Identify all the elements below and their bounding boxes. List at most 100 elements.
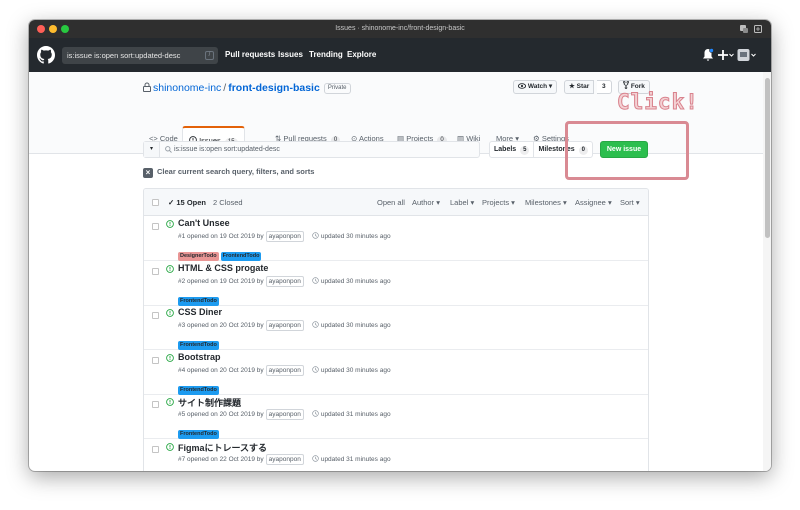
issue-opened-text: #3 opened on 20 Oct 2019 by [178, 322, 264, 329]
milestones-filter-label: Milestones [525, 198, 561, 207]
label-filter[interactable]: Label ▾ [450, 189, 474, 216]
issue-row[interactable]: Can't Unsee #1 opened on 19 Oct 2019 by ay… [144, 216, 648, 261]
issue-row[interactable]: CSS Diner #3 opened on 20 Oct 2019 by ayap… [144, 305, 648, 351]
issue-row[interactable]: Figmaにトレースする #7 opened on 22 Oct 2019 by a… [144, 439, 648, 472]
nav-trending[interactable]: Trending [309, 38, 343, 72]
maximize-window-button[interactable] [61, 25, 69, 33]
github-logo-icon[interactable] [37, 46, 55, 64]
filters-dropdown-button[interactable]: ▾ [144, 142, 160, 157]
open-count-label: 15 Open [176, 198, 206, 207]
issue-author-link[interactable]: ayaponpon [265, 320, 304, 331]
user-avatar-menu-icon[interactable] [737, 48, 757, 62]
closed-issues-filter[interactable]: 2 Closed [213, 189, 243, 216]
projects-filter-label: Projects [482, 198, 510, 207]
issue-author-link[interactable]: ayaponpon [265, 453, 304, 465]
issue-opened-icon [166, 220, 174, 228]
select-all-checkbox[interactable] [152, 199, 159, 206]
translate-icon[interactable] [739, 24, 749, 34]
author-filter-label: Author [412, 198, 435, 207]
star-label: Star [576, 83, 590, 90]
sort-filter[interactable]: Sort ▾ [620, 189, 640, 216]
open-issues-filter[interactable]: ✓ 15 Open [168, 189, 206, 216]
nav-pull-requests[interactable]: Pull requests [225, 38, 275, 72]
issue-checkbox[interactable] [152, 223, 159, 230]
clock-icon [312, 276, 319, 284]
issue-author-link[interactable]: ayaponpon [265, 409, 304, 420]
issue-author-link[interactable]: ayaponpon [265, 275, 304, 287]
github-header: is:issue is:open sort:updated-desc / Pul… [29, 38, 771, 72]
title-bar: Issues · shinonome-inc/front-design-basi… [29, 20, 771, 38]
issue-checkbox[interactable] [152, 445, 159, 453]
notifications-bell-icon[interactable] [702, 48, 714, 62]
issue-opened-icon [166, 264, 174, 273]
close-window-button[interactable] [37, 25, 45, 33]
issue-opened-text: #1 opened on 19 Oct 2019 by [178, 233, 264, 240]
assignee-filter[interactable]: Assignee ▾ [575, 189, 612, 216]
author-filter[interactable]: Author ▾ [412, 189, 440, 216]
extension-icon[interactable] [753, 24, 763, 34]
issue-opened-text: #2 opened on 19 Oct 2019 by [178, 277, 264, 285]
repo-owner-link[interactable]: shinonome-inc [153, 82, 221, 94]
issue-opened-icon [166, 353, 174, 362]
issue-meta: #7 opened on 22 Oct 2019 by ayaponpon upda… [178, 453, 391, 465]
close-icon: × [143, 168, 153, 178]
clock-icon [312, 454, 319, 462]
create-new-plus-icon[interactable] [718, 48, 734, 62]
sort-filter-label: Sort [620, 198, 634, 207]
issue-updated-text: updated 30 minutes ago [320, 366, 391, 374]
issue-meta: #1 opened on 19 Oct 2019 by ayaponpon upda… [178, 231, 391, 242]
header-search-input[interactable]: is:issue is:open sort:updated-desc / [62, 47, 218, 64]
labels-button[interactable]: Labels 5 [490, 142, 533, 157]
issue-author-link[interactable]: ayaponpon [265, 364, 304, 376]
issue-labels: FrontendTodo [178, 289, 221, 307]
milestones-filter[interactable]: Milestones ▾ [525, 189, 567, 216]
issue-title-link[interactable]: サイト制作課題 [178, 396, 241, 409]
minimize-window-button[interactable] [49, 25, 57, 33]
repo-name-link[interactable]: front-design-basic [228, 82, 320, 94]
nav-explore[interactable]: Explore [347, 38, 376, 72]
star-count[interactable]: 3 [597, 80, 612, 94]
watch-button[interactable]: Watch ▾ [513, 80, 558, 94]
issue-title-link[interactable]: Bootstrap [178, 352, 221, 362]
issue-row[interactable]: Bootstrap #4 opened on 20 Oct 2019 by ayap… [144, 350, 648, 396]
clock-icon [312, 410, 319, 417]
issues-list: ✓ 15 Open 2 Closed Open all Author ▾ Lab… [143, 188, 649, 471]
issues-list-header: ✓ 15 Open 2 Closed Open all Author ▾ Lab… [144, 189, 648, 216]
issue-title-link[interactable]: Can't Unsee [178, 218, 230, 228]
issue-checkbox[interactable] [152, 401, 159, 408]
projects-filter[interactable]: Projects ▾ [482, 189, 515, 216]
header-search-value: is:issue is:open sort:updated-desc [67, 51, 181, 60]
page-scrollbar-thumb[interactable] [765, 78, 770, 238]
issue-labels: FrontendTodo [178, 422, 221, 440]
browser-window: Issues · shinonome-inc/front-design-basi… [29, 20, 771, 471]
issue-labels: DesignerTodo [178, 467, 221, 472]
watch-label: Watch [527, 83, 548, 90]
clear-filters-link[interactable]: × Clear current search query, filters, an… [143, 167, 314, 178]
issue-updated-text: updated 31 minutes ago [320, 411, 391, 418]
issue-title-link[interactable]: CSS Diner [178, 307, 222, 317]
issue-checkbox[interactable] [152, 312, 159, 319]
issue-title-link[interactable]: HTML & CSS progate [178, 263, 268, 273]
eye-icon [517, 82, 527, 89]
repo-separator: / [223, 82, 227, 94]
issue-row[interactable]: サイト制作課題 #5 opened on 20 Oct 2019 by ayapon… [144, 394, 648, 440]
issue-labels: FrontendTodo [178, 333, 221, 351]
issue-opened-icon [166, 398, 174, 406]
annotation-highlight-box [565, 121, 689, 180]
click-annotation: Click! [617, 90, 699, 115]
issue-row[interactable]: HTML & CSS progate #2 opened on 19 Oct 20… [144, 261, 648, 307]
open-all-link[interactable]: Open all [377, 189, 405, 216]
nav-issues[interactable]: Issues [278, 38, 303, 72]
issue-updated-text: updated 31 minutes ago [320, 455, 391, 463]
issue-labels: FrontendTodo [178, 378, 221, 396]
issue-opened-icon [166, 442, 174, 451]
star-button[interactable]: ★ Star [564, 80, 595, 94]
lock-icon [143, 82, 151, 92]
issue-checkbox[interactable] [152, 356, 159, 364]
issue-search-input[interactable]: is:issue is:open sort:updated-desc [174, 142, 280, 157]
issue-title-link[interactable]: Figmaにトレースする [178, 441, 267, 454]
issue-author-link[interactable]: ayaponpon [265, 231, 304, 242]
issue-checkbox[interactable] [152, 267, 159, 275]
issue-meta: #5 opened on 20 Oct 2019 by ayaponpon upda… [178, 409, 391, 420]
clock-icon [312, 365, 319, 373]
